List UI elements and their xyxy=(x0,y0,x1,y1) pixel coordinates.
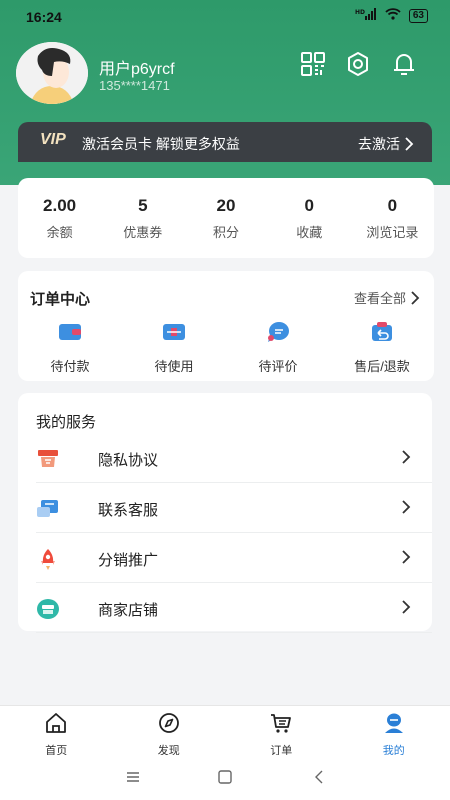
tab-orders[interactable]: 订单 xyxy=(225,706,338,757)
stat-label: 积分 xyxy=(213,225,240,240)
home-square-icon[interactable] xyxy=(217,769,233,785)
return-icon xyxy=(372,322,392,341)
stat-favorites[interactable]: 0 收藏 xyxy=(268,178,351,258)
order-to-use[interactable]: 待使用 xyxy=(122,321,226,375)
tab-home[interactable]: 首页 xyxy=(0,706,113,757)
system-navigation-bar xyxy=(0,755,450,800)
avatar[interactable] xyxy=(16,42,88,104)
order-after-sales[interactable]: 售后/退款 xyxy=(330,321,434,375)
qr-scan-icon[interactable] xyxy=(299,50,327,78)
back-icon[interactable] xyxy=(311,769,327,785)
service-distribution[interactable]: 分销推广 xyxy=(36,533,432,583)
stat-label: 收藏 xyxy=(296,225,323,240)
stats-card: 2.00 余额 5 优惠券 20 积分 0 收藏 0 浏览记录 xyxy=(18,178,434,258)
chevron-right-icon xyxy=(411,290,420,305)
bottom-tab-bar: 首页 发现 订单 我的 xyxy=(0,705,450,757)
chevron-right-icon xyxy=(405,137,414,151)
settings-icon[interactable] xyxy=(344,50,372,78)
comment-icon xyxy=(268,322,289,342)
order-label: 待使用 xyxy=(154,359,194,374)
privacy-icon xyxy=(38,450,58,467)
service-privacy-policy[interactable]: 隐私协议 xyxy=(36,433,432,483)
chevron-right-icon xyxy=(402,600,411,614)
cart-icon xyxy=(271,714,292,733)
vip-activate-link[interactable]: 去激活 xyxy=(358,134,414,154)
battery-icon: 63 xyxy=(408,8,428,23)
service-merchant-store[interactable]: 商家店铺 xyxy=(36,583,432,633)
wallet-icon xyxy=(59,324,81,340)
stat-label: 浏览记录 xyxy=(366,225,419,240)
stat-value: 0 xyxy=(304,196,314,215)
vip-logo-icon: VIP xyxy=(40,131,66,148)
ticket-icon xyxy=(163,324,185,340)
rocket-icon xyxy=(41,549,55,570)
vip-promo-text: 激活会员卡 解锁更多权益 xyxy=(82,136,240,152)
tab-mine[interactable]: 我的 xyxy=(338,706,450,757)
stat-value: 5 xyxy=(138,196,148,215)
my-services-title: 我的服务 xyxy=(36,414,97,431)
stat-value: 0 xyxy=(387,196,398,215)
tab-discover[interactable]: 发现 xyxy=(113,706,226,757)
user-phone: 135****1471 xyxy=(99,78,170,93)
user-name: 用户p6yrcf xyxy=(99,61,175,78)
hd-label: HD xyxy=(355,9,365,16)
stat-value: 20 xyxy=(216,196,236,215)
order-label: 待付款 xyxy=(50,359,90,374)
status-time: 16:24 xyxy=(26,9,62,25)
wifi-icon xyxy=(385,8,401,23)
vip-banner[interactable]: VIP 激活会员卡 解锁更多权益 去激活 xyxy=(18,122,432,162)
home-icon xyxy=(46,713,67,733)
vip-activate-label: 去激活 xyxy=(358,136,400,152)
chevron-right-icon xyxy=(402,500,411,514)
profile-icon xyxy=(384,713,403,733)
service-label: 分销推广 xyxy=(98,552,159,569)
chevron-right-icon xyxy=(402,450,411,464)
order-label: 售后/退款 xyxy=(354,359,410,374)
order-pending-payment[interactable]: 待付款 xyxy=(18,321,122,375)
store-icon xyxy=(37,599,59,619)
menu-icon[interactable] xyxy=(125,769,141,785)
chat-icon xyxy=(37,500,58,517)
stat-value: 2.00 xyxy=(43,196,77,215)
order-center-title: 订单中心 xyxy=(30,291,91,308)
stat-balance[interactable]: 2.00 余额 xyxy=(18,178,101,258)
status-indicators: HD 63 xyxy=(355,8,428,23)
signal-icon: HD xyxy=(355,8,377,23)
order-label: 待评价 xyxy=(258,359,298,374)
stat-points[interactable]: 20 积分 xyxy=(184,178,267,258)
view-all-label: 查看全部 xyxy=(353,291,406,306)
status-bar: 16:24 HD 63 xyxy=(0,0,450,34)
service-label: 商家店铺 xyxy=(98,602,159,619)
service-label: 联系客服 xyxy=(98,502,159,519)
service-label: 隐私协议 xyxy=(98,452,159,469)
stat-label: 余额 xyxy=(46,225,73,240)
service-contact-support[interactable]: 联系客服 xyxy=(36,483,432,533)
order-to-review[interactable]: 待评价 xyxy=(226,321,330,375)
chevron-right-icon xyxy=(402,550,411,564)
order-center-card: 订单中心 查看全部 待付款 待使用 待评价 售后/退款 xyxy=(18,271,434,381)
stat-history[interactable]: 0 浏览记录 xyxy=(351,178,434,258)
stat-label: 优惠券 xyxy=(123,225,163,240)
notification-bell-icon[interactable] xyxy=(390,50,418,78)
stat-coupons[interactable]: 5 优惠券 xyxy=(101,178,184,258)
my-services-card: 我的服务 隐私协议 联系客服 分销推广 商家店铺 xyxy=(18,393,432,633)
view-all-orders-link[interactable]: 查看全部 xyxy=(354,288,420,307)
compass-icon xyxy=(158,713,179,733)
